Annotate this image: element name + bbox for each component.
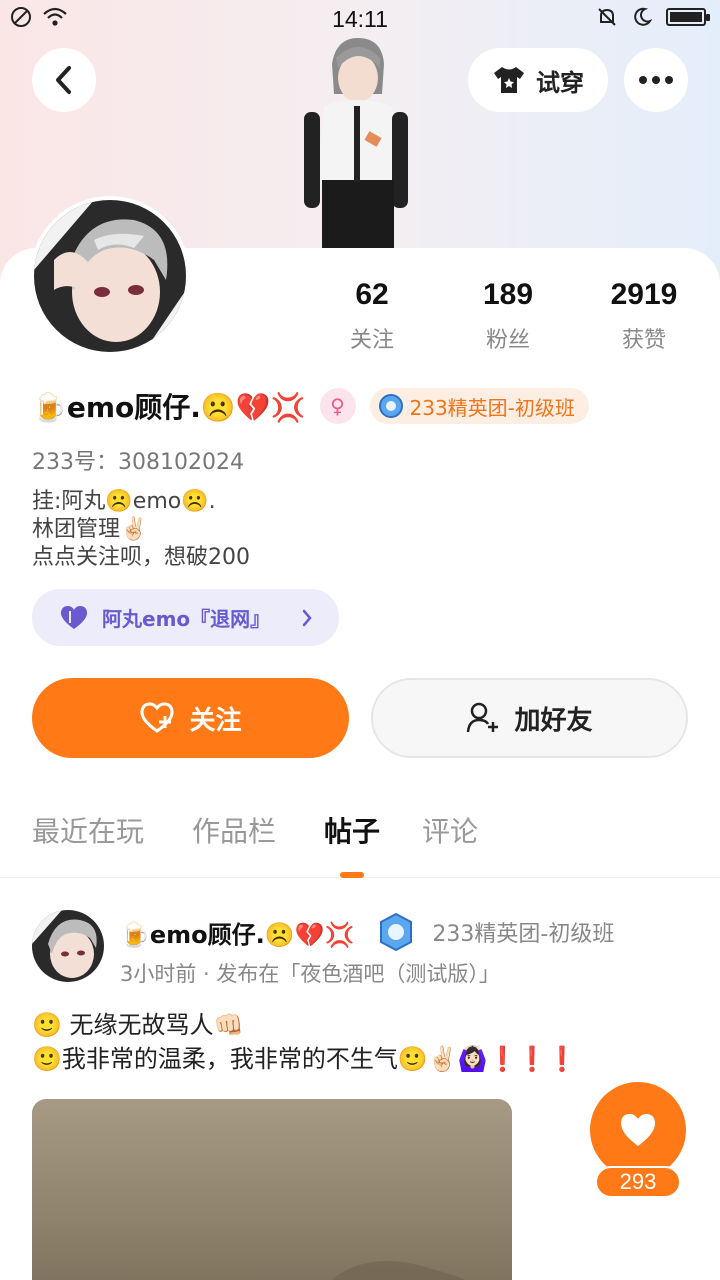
add-friend-button[interactable]: 加好友 <box>371 678 688 758</box>
add-friend-label: 加好友 <box>514 705 593 736</box>
try-on-label: 试穿 <box>536 68 584 97</box>
post-meta[interactable]: 3小时前 · 发布在「夜色酒吧（测试版）」 <box>120 958 500 988</box>
tshirt-icon <box>494 67 524 93</box>
tab-recently-played[interactable]: 最近在玩 <box>32 810 144 850</box>
account-id: 233号：308102024 <box>32 450 244 475</box>
post-text-line: 🙂 无缘无故骂人👊🏻 <box>32 1011 244 1039</box>
bio-line: 点点关注呗，想破200 <box>32 545 250 570</box>
profile-name: 🍺emo顾仔.☹️💔💢 <box>32 391 306 424</box>
more-button[interactable] <box>624 48 688 112</box>
avatar-3d-figure <box>296 34 416 250</box>
title-badge[interactable]: 233精英团-初级班 <box>369 388 589 424</box>
follow-label: 关注 <box>189 705 242 736</box>
stat-fans-value: 189 <box>482 278 534 311</box>
moon-icon <box>634 7 652 26</box>
status-bar: 14:11 <box>0 0 720 38</box>
post-author-badge: 233精英团-初级班 <box>432 922 615 947</box>
more-dots-icon <box>639 76 673 84</box>
post-text-line: 🙂我非常的温柔，我非常的不生气🙂✌🏻🙆🏻‍♀️❗❗❗ <box>32 1045 578 1073</box>
add-user-icon <box>467 702 499 733</box>
stat-likes-label: 获赞 <box>621 328 666 353</box>
group-label: 阿丸emo『退网』 <box>102 607 271 631</box>
group-link[interactable]: 阿丸emo『退网』 <box>32 589 339 646</box>
tab-comments[interactable]: 评论 <box>422 810 478 850</box>
profile-bio: 挂:阿丸☹️emo☹️. 林团管理✌🏻 点点关注呗，想破200 <box>32 488 250 572</box>
try-on-button[interactable]: 试穿 <box>468 48 608 112</box>
active-tab-indicator <box>340 872 364 878</box>
chevron-left-icon <box>56 66 71 94</box>
stat-likes-value: 2919 <box>610 278 678 311</box>
like-button[interactable] <box>590 1082 686 1178</box>
profile-tabs: 最近在玩 作品栏 帖子 评论 <box>0 810 720 878</box>
heart-icon <box>620 1114 656 1146</box>
profile-avatar[interactable] <box>30 196 190 356</box>
stat-likes[interactable]: 2919 获赞 <box>584 278 704 354</box>
back-button[interactable] <box>32 48 96 112</box>
battery-icon <box>666 8 710 26</box>
stat-following[interactable]: 62 关注 <box>312 278 432 354</box>
like-count: 293 <box>595 1166 681 1198</box>
post-author-row: 🍺emo顾仔.☹️💔💢 233精英团-初级班 <box>120 912 614 952</box>
tab-works[interactable]: 作品栏 <box>192 810 276 850</box>
medal-icon <box>380 912 413 952</box>
title-badge-label: 233精英团-初级班 <box>409 395 575 420</box>
post-content[interactable]: 🙂 无缘无故骂人👊🏻 🙂我非常的温柔，我非常的不生气🙂✌🏻🙆🏻‍♀️❗❗❗ <box>32 1008 577 1076</box>
heart-plus-icon <box>140 702 174 733</box>
profile-name-row: 🍺emo顾仔.☹️💔💢 ♀ 233精英团-初级班 <box>32 384 589 428</box>
medal-icon <box>378 394 403 418</box>
tab-posts[interactable]: 帖子 <box>324 810 380 850</box>
heart-icon <box>60 605 88 629</box>
bio-line: 挂:阿丸☹️emo☹️. <box>32 489 216 514</box>
post-author-avatar[interactable] <box>32 910 104 982</box>
stat-fans-label: 粉丝 <box>485 328 530 353</box>
female-gender-icon: ♀ <box>319 388 356 424</box>
bell-muted-icon <box>598 8 616 26</box>
post-image[interactable] <box>32 1099 512 1280</box>
bio-line: 林团管理✌🏻 <box>32 517 148 542</box>
stat-following-value: 62 <box>355 278 389 311</box>
stat-fans[interactable]: 189 粉丝 <box>448 278 568 354</box>
chevron-right-icon <box>302 609 312 626</box>
post-author-name[interactable]: 🍺emo顾仔.☹️💔💢 <box>120 915 354 950</box>
stat-following-label: 关注 <box>349 328 394 353</box>
follow-button[interactable]: 关注 <box>32 678 349 758</box>
